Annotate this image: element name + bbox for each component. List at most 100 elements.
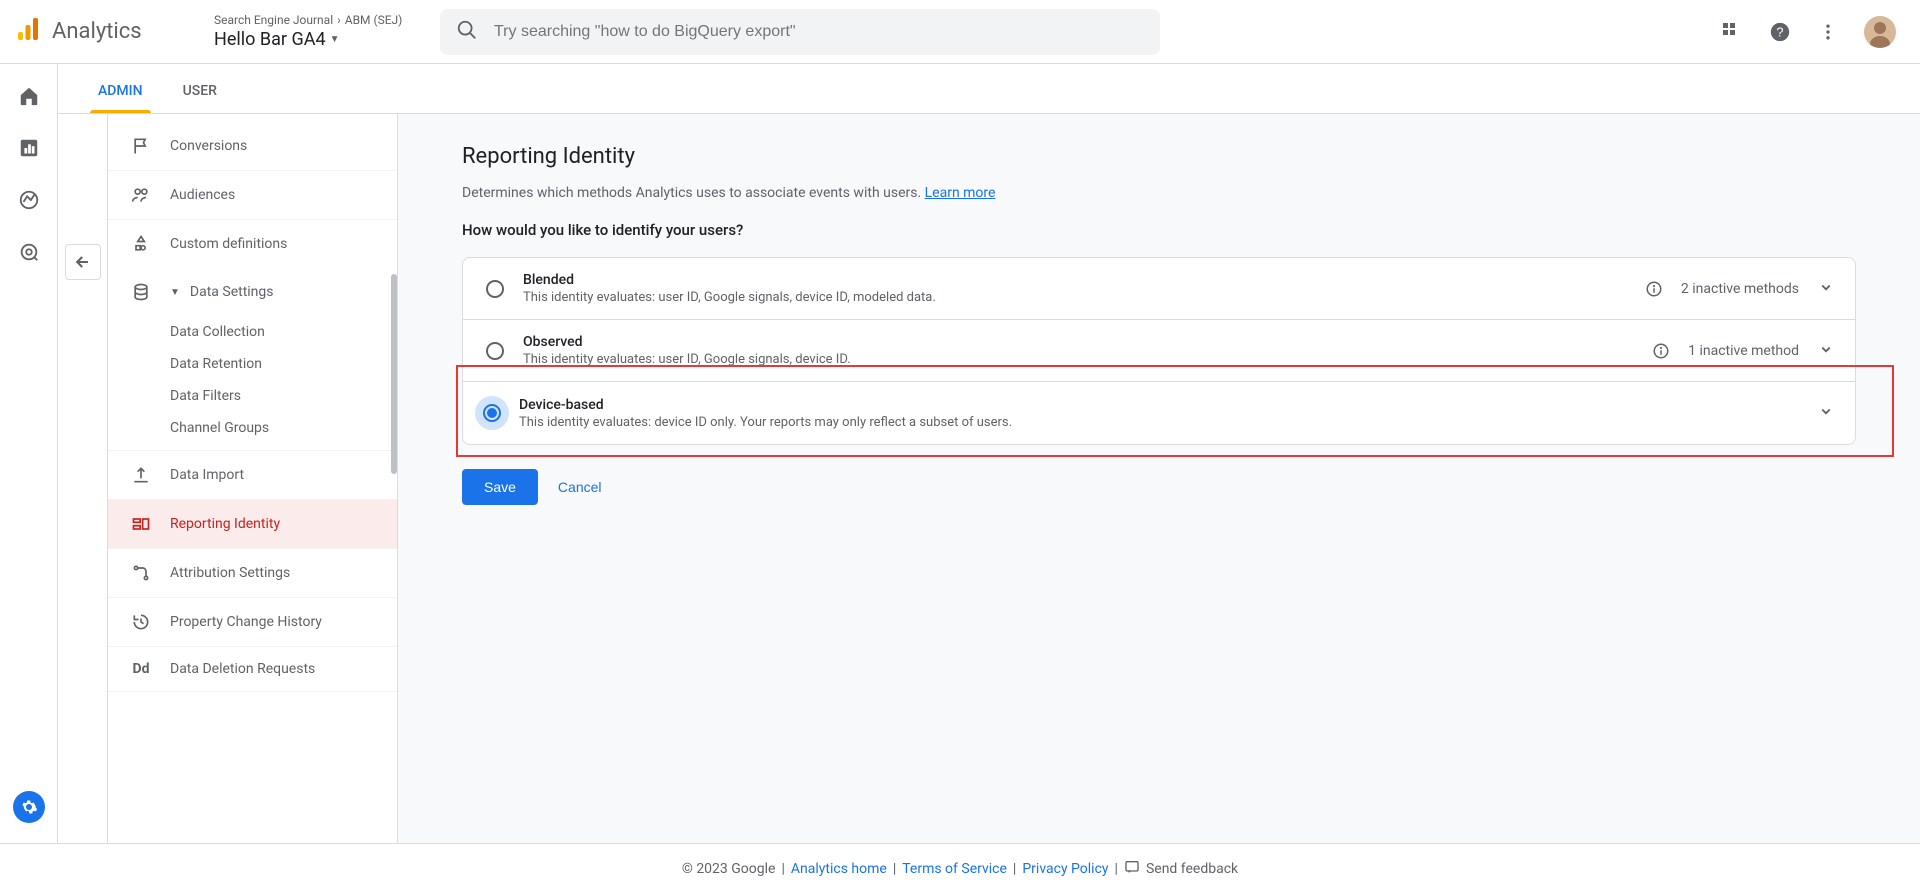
inactive-label: 2 inactive methods <box>1681 281 1799 297</box>
history-icon <box>130 612 152 632</box>
nav-label: Data Import <box>170 467 244 483</box>
route-icon <box>130 563 152 583</box>
breadcrumb-org: Search Engine Journal <box>214 13 333 27</box>
radio-selected-icon <box>475 396 509 430</box>
stack-icon <box>130 282 152 302</box>
tab-admin[interactable]: ADMIN <box>98 83 143 113</box>
property-name: Hello Bar GA4 <box>214 29 326 50</box>
nav-custom-definitions[interactable]: Custom definitions <box>108 220 397 268</box>
back-column <box>58 114 108 843</box>
apps-icon[interactable] <box>1720 20 1744 44</box>
feedback-link[interactable]: Send feedback <box>1146 861 1238 877</box>
feedback-icon <box>1124 859 1140 879</box>
nav-label: Audiences <box>170 187 235 203</box>
product-name: Analytics <box>52 19 142 44</box>
nav-reporting-identity[interactable]: Reporting Identity <box>108 500 397 549</box>
nav-history[interactable]: Property Change History <box>108 598 397 647</box>
option-desc: This identity evaluates: user ID, Google… <box>523 352 1652 367</box>
admin-tabs: ADMIN USER <box>58 64 1920 114</box>
nav-channel-groups[interactable]: Channel Groups <box>108 412 397 451</box>
user-avatar[interactable] <box>1864 16 1896 48</box>
main-panel: Reporting Identity Determines which meth… <box>398 114 1920 843</box>
chevron-down-icon: ▼ <box>330 34 340 45</box>
section-heading: How would you like to identify your user… <box>462 221 1856 239</box>
nav-label: Data Deletion Requests <box>170 661 315 677</box>
admin-nav: Conversions Audiences Custom definitions… <box>108 114 398 843</box>
nav-data-import[interactable]: Data Import <box>108 451 397 500</box>
nav-label: Custom definitions <box>170 236 287 252</box>
home-icon[interactable] <box>17 84 41 108</box>
admin-gear-button[interactable] <box>13 791 45 823</box>
analytics-home-link[interactable]: Analytics home <box>791 861 887 877</box>
svg-text:?: ? <box>1776 24 1783 39</box>
option-desc: This identity evaluates: user ID, Google… <box>523 290 1645 305</box>
nav-data-settings[interactable]: ▼ Data Settings <box>108 268 397 316</box>
page-title: Reporting Identity <box>462 144 1856 169</box>
reports-icon[interactable] <box>17 136 41 160</box>
people-icon <box>130 185 152 205</box>
copyright: © 2023 Google <box>682 861 776 877</box>
option-title: Device-based <box>519 397 1817 413</box>
nav-label: Property Change History <box>170 614 322 630</box>
chevron-down-icon[interactable] <box>1817 278 1835 300</box>
save-button[interactable]: Save <box>462 469 538 505</box>
breadcrumb-account: ABM (SEJ) <box>345 13 403 27</box>
identity-icon <box>130 514 152 534</box>
cancel-button[interactable]: Cancel <box>558 479 602 495</box>
nav-audiences[interactable]: Audiences <box>108 171 397 220</box>
more-icon[interactable] <box>1816 20 1840 44</box>
identity-options: Blended This identity evaluates: user ID… <box>462 257 1856 445</box>
nav-label: Data Filters <box>170 388 241 404</box>
privacy-link[interactable]: Privacy Policy <box>1022 861 1108 877</box>
radio-icon <box>483 339 507 363</box>
content-wrap: ADMIN USER Conversions Audienc <box>58 64 1920 843</box>
tab-user[interactable]: USER <box>183 83 217 113</box>
option-title: Blended <box>523 272 1645 288</box>
left-rail <box>0 64 58 843</box>
flag-icon <box>130 136 152 156</box>
option-device-based[interactable]: Device-based This identity evaluates: de… <box>463 382 1855 444</box>
nav-deletion[interactable]: Dd Data Deletion Requests <box>108 647 397 692</box>
search-box[interactable] <box>440 9 1160 55</box>
logo-area: Analytics <box>16 18 196 46</box>
nav-label: Reporting Identity <box>170 516 280 532</box>
advertising-icon[interactable] <box>17 240 41 264</box>
analytics-logo <box>16 18 40 46</box>
search-icon <box>456 19 478 45</box>
tos-link[interactable]: Terms of Service <box>902 861 1007 877</box>
nav-label: Attribution Settings <box>170 565 290 581</box>
chevron-down-icon[interactable] <box>1817 340 1835 362</box>
nav-data-retention[interactable]: Data Retention <box>108 348 397 380</box>
option-observed[interactable]: Observed This identity evaluates: user I… <box>463 320 1855 382</box>
explore-icon[interactable] <box>17 188 41 212</box>
header-actions: ? <box>1720 16 1904 48</box>
option-desc: This identity evaluates: device ID only.… <box>519 415 1817 430</box>
help-icon[interactable]: ? <box>1768 20 1792 44</box>
inactive-label: 1 inactive method <box>1688 343 1799 359</box>
option-title: Observed <box>523 334 1652 350</box>
page-subtitle: Determines which methods Analytics uses … <box>462 185 1856 201</box>
nav-label: Data Retention <box>170 356 262 372</box>
nav-data-collection[interactable]: Data Collection <box>108 316 397 348</box>
nav-label: Channel Groups <box>170 420 269 436</box>
learn-more-link[interactable]: Learn more <box>925 185 996 201</box>
caret-icon: ▼ <box>170 287 180 298</box>
nav-data-filters[interactable]: Data Filters <box>108 380 397 412</box>
scrollbar-thumb[interactable] <box>391 274 397 474</box>
nav-attribution[interactable]: Attribution Settings <box>108 549 397 598</box>
nav-conversions[interactable]: Conversions <box>108 122 397 171</box>
nav-label: Data Settings <box>190 284 274 300</box>
info-icon[interactable] <box>1645 280 1663 298</box>
property-selector[interactable]: Search Engine Journal › ABM (SEJ) Hello … <box>214 13 424 50</box>
app-header: Analytics Search Engine Journal › ABM (S… <box>0 0 1920 64</box>
page-footer: © 2023 Google | Analytics home | Terms o… <box>0 843 1920 893</box>
search-input[interactable] <box>494 23 1144 41</box>
chevron-down-icon[interactable] <box>1817 402 1835 424</box>
option-blended[interactable]: Blended This identity evaluates: user ID… <box>463 258 1855 320</box>
back-button[interactable] <box>65 244 101 280</box>
nav-label: Conversions <box>170 138 247 154</box>
info-icon[interactable] <box>1652 342 1670 360</box>
nav-label: Data Collection <box>170 324 265 340</box>
upload-icon <box>130 465 152 485</box>
radio-icon <box>483 277 507 301</box>
